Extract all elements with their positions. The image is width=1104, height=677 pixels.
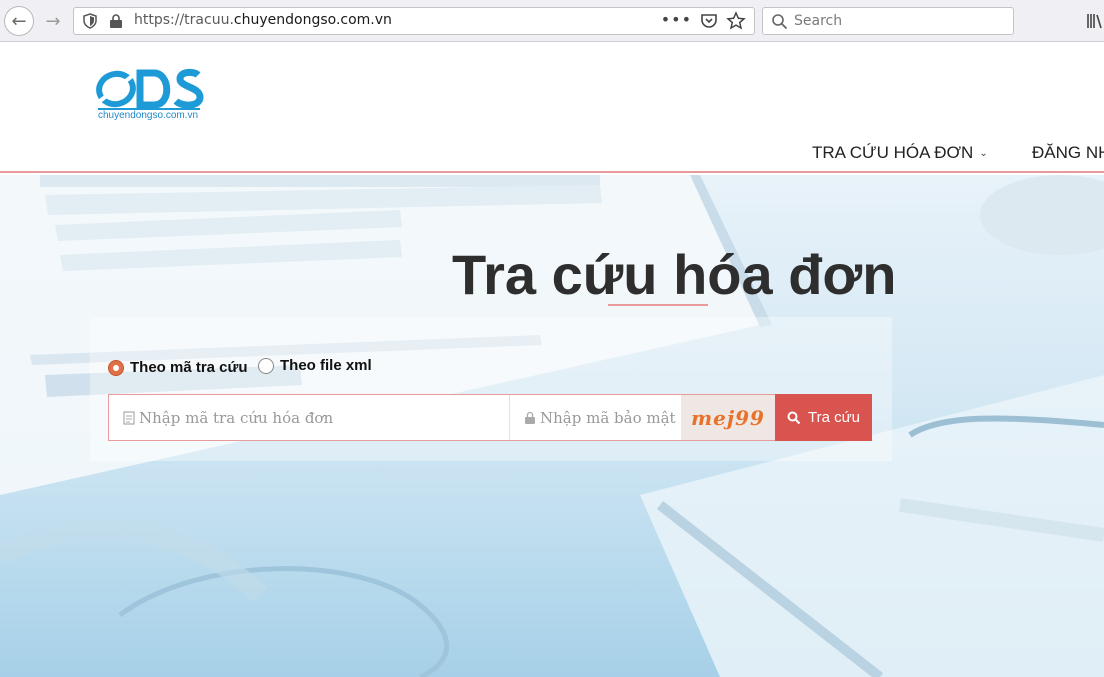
menu-item-label: ĐĂNG NH [1032, 143, 1104, 162]
radio-checked-icon[interactable] [108, 359, 124, 376]
search-placeholder: Search [794, 13, 843, 29]
url-text[interactable]: https://tracuu.chuyendongso.com.vn [134, 12, 392, 28]
radio-by-lookup-code[interactable]: Theo mã tra cứu [108, 359, 248, 376]
back-button[interactable]: ← [4, 6, 34, 36]
browser-toolbar: ← → https://tracuu.chuyendongso.com.vn •… [0, 0, 1104, 42]
lookup-code-placeholder: Nhập mã tra cứu hóa đơn [139, 408, 334, 427]
pocket-icon[interactable] [700, 13, 718, 29]
url-bar[interactable]: https://tracuu.chuyendongso.com.vn ••• [73, 7, 755, 35]
lookup-form: Nhập mã tra cứu hóa đơn Nhập mã bảo mật … [108, 394, 872, 441]
browser-search-input[interactable]: Search [762, 7, 1014, 35]
logo-tagline: chuyendongso.com.vn [98, 110, 199, 121]
site-header: chuyendongso.com.vn TRA CỨU HÓA ĐƠN ⌄ ĐĂN… [0, 43, 1104, 173]
shield-icon[interactable] [82, 13, 98, 29]
radio-unchecked-icon[interactable] [258, 357, 274, 374]
lock-icon [525, 411, 535, 424]
lookup-code-input[interactable]: Nhập mã tra cứu hóa đơn [109, 395, 510, 440]
forward-button[interactable]: → [38, 6, 68, 36]
search-icon [787, 411, 801, 424]
security-code-placeholder: Nhập mã bảo mật [540, 408, 676, 427]
menu-item-login[interactable]: ĐĂNG NH [1032, 143, 1104, 163]
url-host: chuyendongso.com.vn [233, 12, 392, 28]
chevron-down-icon: ⌄ [979, 148, 988, 160]
captcha-image[interactable]: mej99 [681, 395, 775, 440]
title-underline [608, 304, 708, 306]
url-prefix: https://tracuu. [134, 12, 234, 28]
menu-item-lookup[interactable]: TRA CỨU HÓA ĐƠN ⌄ [812, 143, 988, 163]
arrow-right-icon: → [45, 10, 61, 32]
search-submit-button[interactable]: Tra cứu [775, 394, 872, 441]
radio-label: Theo file xml [280, 357, 372, 374]
security-code-input[interactable]: Nhập mã bảo mật [510, 395, 681, 440]
menu-item-label: TRA CỨU HÓA ĐƠN [812, 143, 974, 162]
lock-icon[interactable] [109, 13, 123, 29]
more-actions-button[interactable]: ••• [661, 10, 692, 29]
search-icon [772, 14, 788, 30]
page-title: Tra cứu hóa đơn [452, 243, 897, 306]
hero-section: Tra cứu hóa đơn Theo mã tra cứu Theo fil… [0, 175, 1104, 677]
radio-by-xml-file[interactable]: Theo file xml [258, 357, 372, 374]
submit-label: Tra cứu [808, 409, 860, 426]
arrow-left-icon: ← [11, 10, 27, 32]
document-icon [123, 410, 135, 425]
library-icon[interactable] [1086, 12, 1104, 30]
star-icon[interactable] [726, 11, 746, 31]
radio-label: Theo mã tra cứu [130, 359, 248, 376]
